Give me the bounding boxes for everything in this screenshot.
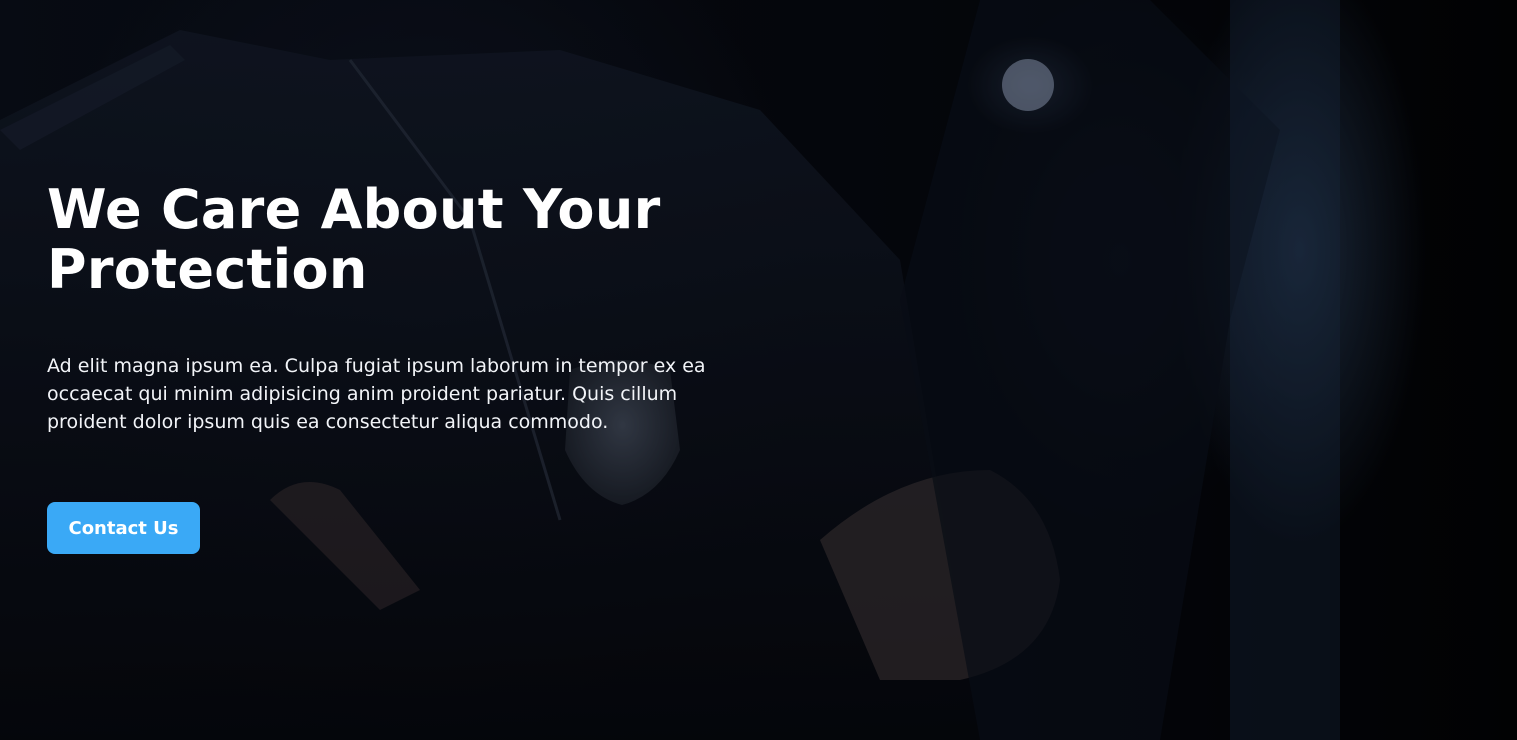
hero-description: Ad elit magna ipsum ea. Culpa fugiat ips… bbox=[47, 355, 706, 433]
headline-line-1: We Care About Your bbox=[47, 178, 661, 241]
headline-line-2: Protection bbox=[47, 238, 368, 301]
hero-headline: We Care About Your Protection bbox=[47, 180, 767, 300]
hero-content: We Care About Your Protection Ad elit ma… bbox=[47, 180, 767, 436]
hero-section: We Care About Your Protection Ad elit ma… bbox=[0, 0, 1517, 740]
contact-us-button[interactable]: Contact Us bbox=[47, 502, 200, 554]
